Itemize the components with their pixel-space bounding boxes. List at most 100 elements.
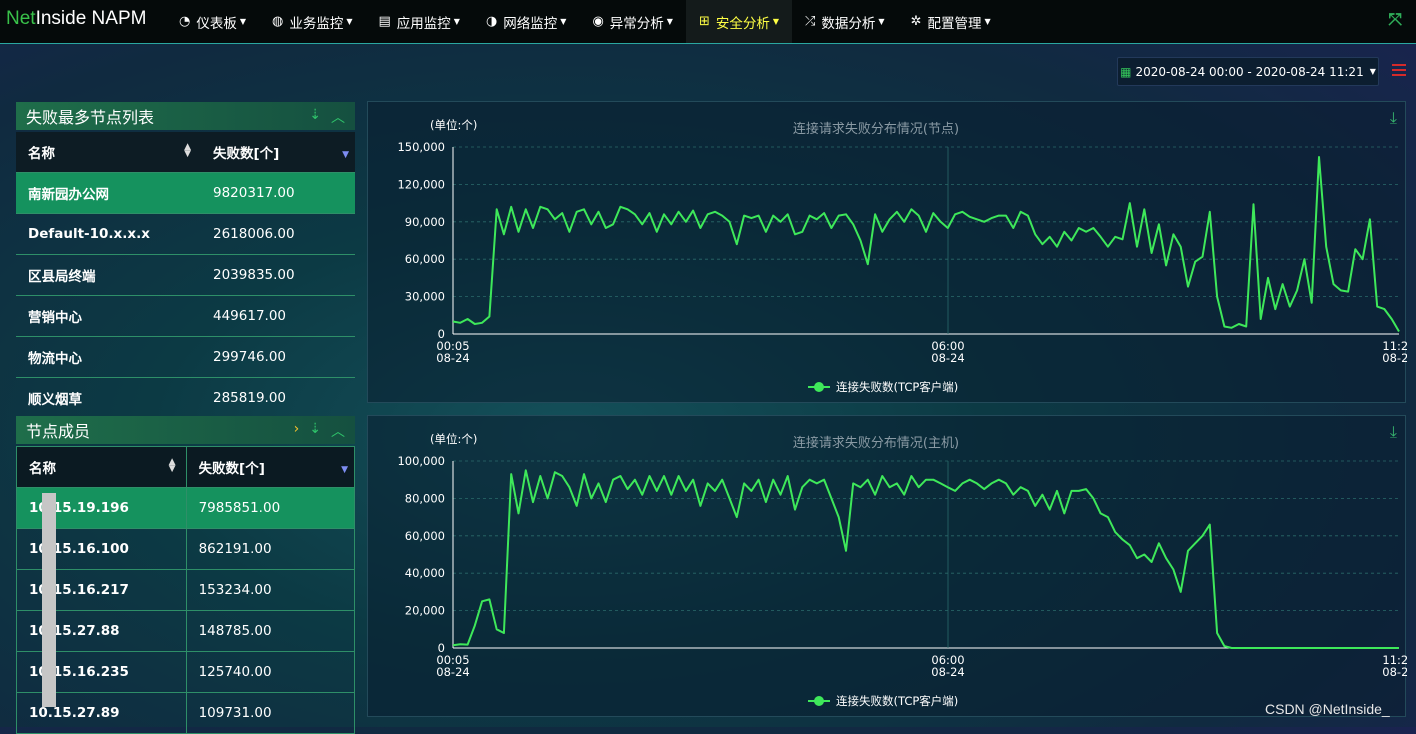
caret-down-icon: ▼ [453,17,460,26]
member-table-title: 节点成员 [26,422,91,441]
table-row[interactable]: 10.15.16.100 862191.00 [16,528,356,570]
sort-icon[interactable]: ▲ ▼ [169,458,176,474]
caret-down-icon: ▼ [239,17,246,26]
legend-marker [814,382,824,392]
legend-label: 连接失败数(TCP客户端) [836,380,958,394]
fullscreen-icon[interactable]: ⤧ [1388,10,1402,30]
node-name: 南新园办公网 [16,172,201,214]
table-row[interactable]: Default-10.x.x.x 2618006.00 [16,213,355,255]
node-name: 营销中心 [16,295,201,337]
y-tick-label: 80,000 [405,491,445,505]
table-row[interactable]: 营销中心 449617.00 [16,295,355,337]
node-failure-chart: 连接请求失败分布情况(节点) (单位:个) 150,000 120,000 90,000… [397,118,1407,394]
plus-square-icon: ⊞ [698,14,710,29]
caret-down-icon: ▼ [346,17,353,26]
nav-item-1[interactable]: ◍ 业务监控 ▼ [259,0,366,43]
y-tick-label: 60,000 [405,529,445,543]
table-row[interactable]: 10.15.27.88 148785.00 [16,610,356,652]
nav-item-6[interactable]: ⤮ 数据分析 ▼ [792,0,898,43]
node-name: 物流中心 [16,336,201,378]
x-tick-date: 08-24 [436,351,469,365]
caret-down-icon: ▼ [878,17,885,26]
download-icon[interactable]: ⤓ [1390,108,1397,128]
failure-count: 2039835.00 [201,254,355,296]
chart-title: 连接请求失败分布情况(主机) [793,435,959,451]
series-line [452,156,1400,333]
caret-down-icon: ▼ [560,17,567,26]
table-row[interactable]: 10.15.16.217 153234.00 [16,569,356,611]
nav-item-5[interactable]: ⊞ 安全分析 ▼ [685,0,793,43]
sort-icon[interactable]: ▲ ▼ [184,143,191,159]
series-line [452,469,1399,649]
table-row[interactable]: 10.15.27.89 109731.00 [16,692,356,734]
nav-item-label: 网络监控 [503,15,558,32]
nav-item-0[interactable]: ◔ 仪表板 ▼ [166,0,259,43]
nav-item-label: 配置管理 [927,15,982,32]
nav-item-7[interactable]: ✲ 配置管理 ▼ [898,0,1004,43]
failure-count: 285819.00 [201,377,355,418]
node-name: 顺义烟草 [16,377,201,418]
main-nav: ◔ 仪表板 ▼ ◍ 业务监控 ▼ ▤ 应用监控 ▼ ◑ 网络监控 ▼ ◉ 异常分析 ▼ ⊞ 安全分析 ▼ ⤮ 数据分析… [166,0,1004,43]
node-name: Default-10.x.x.x [16,213,201,255]
nav-item-2[interactable]: ▤ 应用监控 ▼ [366,0,473,43]
hamburger-menu-icon[interactable] [1392,64,1406,79]
chevron-right-icon[interactable]: › [294,421,300,441]
gear-icon: ✲ [910,14,922,29]
nav-item-label: 应用监控 [396,15,451,32]
column-header-name[interactable]: 名称 ▲ ▼ [16,446,187,488]
table-row[interactable]: 顺义烟草 285819.00 [16,377,355,418]
column-header-name[interactable]: 名称 ▲ ▼ [16,132,201,173]
x-tick-date: 08-24 [931,665,964,679]
date-range-value: 2020-08-24 00:00 - 2020-08-24 11:21 [1135,64,1364,79]
table-row[interactable]: 10.15.16.235 125740.00 [16,651,356,693]
calendar-icon: ▦ [1120,64,1132,79]
table-row[interactable]: 10.15.19.196 7985851.00 [16,487,356,529]
sort-order-icon[interactable]: ⇣ [309,107,321,127]
legend-marker [814,696,824,706]
failure-count: 299746.00 [201,336,355,378]
node-table-header: 失败最多节点列表 ⇣ ︿ [16,102,355,130]
collapse-icon[interactable]: ︿ [331,107,345,127]
eye-icon: ◉ [592,14,604,29]
failure-count: 153234.00 [185,569,356,611]
nav-item-label: 仪表板 [196,15,237,32]
list-icon: ▤ [378,14,391,29]
x-tick-date: 08-24 [931,351,964,365]
x-tick-date: 08-24 [436,665,469,679]
sort-desc-icon[interactable]: ▼ [341,465,348,475]
failure-count: 862191.00 [185,528,356,570]
nav-item-label: 数据分析 [821,15,876,32]
nav-item-4[interactable]: ◉ 异常分析 ▼ [579,0,686,43]
failure-count: 109731.00 [185,692,356,734]
y-tick-label: 20,000 [405,604,445,618]
date-range-picker[interactable]: ▦ 2020-08-24 00:00 - 2020-08-24 11:21 ▼ [1117,57,1379,86]
node-chart-panel: 连接请求失败分布情况(节点) (单位:个) 150,000 120,000 90,000… [367,101,1407,403]
column-header-failures[interactable]: 失败数[个] ▼ [185,446,356,488]
host-failure-chart: 连接请求失败分布情况(主机) (单位:个) 100,000 80,000 60,000 4… [397,432,1407,708]
failure-count: 9820317.00 [201,172,355,214]
member-failure-table: 名称 ▲ ▼ 失败数[个] ▼ 10.15.19.196 7985851.00 10.15… [16,446,356,734]
table-row[interactable]: 物流中心 299746.00 [16,336,355,378]
nav-item-label: 安全分析 [715,15,770,32]
node-name: 区县局终端 [16,254,201,296]
chevron-down-icon: ▼ [1369,67,1376,76]
sort-order-icon[interactable]: ⇣ [309,421,321,441]
column-header-failures[interactable]: 失败数[个] ▼ [201,132,355,173]
table-row[interactable]: 南新园办公网 9820317.00 [16,172,355,214]
y-tick-label: 30,000 [405,290,445,304]
brand-logo[interactable]: NetInside NAPM [6,8,146,30]
sort-desc-icon[interactable]: ▼ [342,150,349,160]
node-failure-table: 名称 ▲ ▼ 失败数[个] ▼ 南新园办公网 9820317.00 Default-10.… [16,132,355,418]
table-row[interactable]: 区县局终端 2039835.00 [16,254,355,296]
y-tick-label: 150,000 [397,140,445,154]
collapse-icon[interactable]: ︿ [331,421,345,441]
shuffle-icon: ⤮ [805,14,816,29]
globe-icon: ◍ [272,14,284,29]
top-navbar: NetInside NAPM ◔ 仪表板 ▼ ◍ 业务监控 ▼ ▤ 应用监控 ▼ ◑ 网络监控 ▼ ◉ 异… [0,0,1416,44]
nav-item-3[interactable]: ◑ 网络监控 ▼ [473,0,580,43]
failure-count: 7985851.00 [185,487,356,529]
failure-count: 449617.00 [201,295,355,337]
unit-label: (单位:个) [430,118,477,132]
unit-label: (单位:个) [430,432,477,446]
download-icon[interactable]: ⤓ [1390,422,1397,442]
